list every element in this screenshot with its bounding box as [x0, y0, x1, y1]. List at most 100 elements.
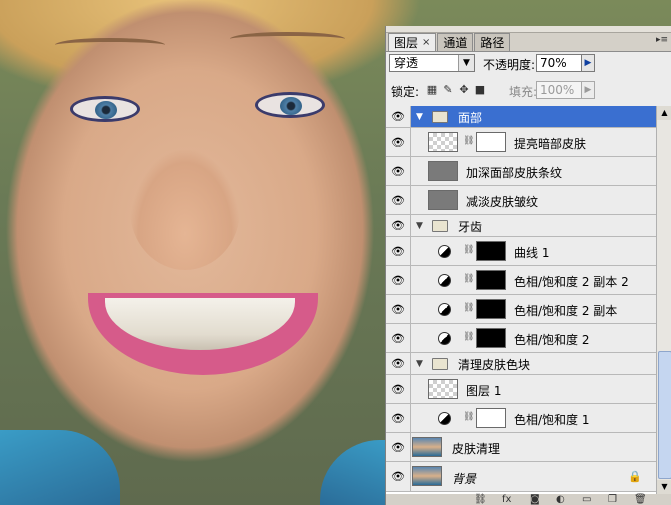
link-icon[interactable]: ⛓ [463, 412, 474, 422]
link-icon[interactable]: ⛓ [463, 245, 474, 255]
chevron-down-icon: ▼ [458, 55, 474, 71]
layers-panel: 图层 × 通道 路径 ▸≡ 穿透 ▼ 不透明度: 70% ▶ 锁定: ▦ ✎ ✥… [385, 26, 671, 505]
eye-icon[interactable]: 👁 [386, 128, 411, 156]
link-icon[interactable]: ⛓ [463, 274, 474, 284]
layer-row[interactable]: 👁 ⛓ 曲线 1 [386, 237, 656, 266]
layer-thumbnail [428, 190, 458, 210]
eye-icon[interactable]: 👁 [386, 462, 411, 491]
tab-paths[interactable]: 路径 [474, 33, 511, 51]
lock-icon: 🔒 [628, 470, 642, 483]
close-icon[interactable]: × [422, 37, 430, 48]
layer-row[interactable]: 👁 减淡皮肤皱纹 [386, 186, 656, 215]
eye-icon[interactable]: 👁 [386, 433, 411, 461]
tab-channels[interactable]: 通道 [437, 33, 474, 51]
eye-icon[interactable]: 👁 [386, 237, 411, 265]
layer-row[interactable]: 👁 图层 1 [386, 375, 656, 404]
layer-group-face[interactable]: 👁 ▼ 面部 [386, 106, 656, 128]
expand-triangle-icon[interactable]: ▼ [416, 112, 423, 122]
panel-tabs: 图层 × 通道 路径 [388, 33, 511, 51]
lock-transparent-icon[interactable]: ▦ [426, 84, 438, 96]
right-eye [255, 92, 325, 118]
lock-position-icon[interactable]: ✥ [458, 84, 470, 96]
trash-icon[interactable]: 🗑 [634, 494, 647, 505]
layer-thumbnail [428, 379, 458, 399]
fill-slider-arrow-icon[interactable]: ▶ [581, 81, 595, 99]
left-eye [70, 96, 140, 122]
scroll-thumb[interactable] [658, 351, 671, 479]
adjustment-layer-icon [438, 245, 451, 258]
layer-mask-thumbnail[interactable] [476, 270, 506, 290]
adjustment-layer-icon [438, 412, 451, 425]
layer-mask-thumbnail[interactable] [476, 328, 506, 348]
opacity-label: 不透明度: [483, 58, 536, 72]
layer-options: 穿透 ▼ 不透明度: 70% ▶ 锁定: ▦ ✎ ✥ ■ 填充: 100% ▶ [386, 51, 671, 110]
panel-menu-icon[interactable]: ▸≡ [656, 35, 668, 45]
layer-row-background[interactable]: 👁 背景 🔒 [386, 462, 656, 492]
eye-icon[interactable]: 👁 [386, 375, 411, 403]
new-layer-icon[interactable]: ❐ [608, 494, 617, 505]
layer-mask-thumbnail[interactable] [476, 132, 506, 152]
layer-row[interactable]: 👁 ⛓ 提亮暗部皮肤 [386, 128, 656, 157]
eye-icon[interactable]: 👁 [386, 324, 411, 352]
new-group-icon[interactable]: ▭ [582, 494, 591, 505]
panel-titlebar[interactable] [386, 26, 671, 33]
fx-icon[interactable]: fx [502, 494, 511, 505]
link-icon[interactable]: ⛓ [463, 332, 474, 342]
layer-mask-thumbnail[interactable] [476, 408, 506, 428]
eye-icon[interactable]: 👁 [386, 353, 411, 374]
opacity-slider-arrow-icon[interactable]: ▶ [581, 54, 595, 72]
expand-triangle-icon[interactable]: ▼ [416, 359, 423, 369]
expand-triangle-icon[interactable]: ▼ [416, 221, 423, 231]
fill-input[interactable]: 100% [536, 81, 582, 99]
blend-mode-select[interactable]: 穿透 ▼ [389, 54, 475, 72]
eye-icon[interactable]: 👁 [386, 186, 411, 214]
lock-image-icon[interactable]: ✎ [442, 84, 454, 96]
folder-icon [432, 220, 448, 232]
adjustment-layer-icon [438, 274, 451, 287]
eye-icon[interactable]: 👁 [386, 404, 411, 432]
scroll-down-icon[interactable]: ▼ [657, 480, 671, 494]
layer-row[interactable]: 👁 ⛓ 色相/饱和度 2 副本 [386, 295, 656, 324]
eye-icon[interactable]: 👁 [386, 215, 411, 236]
collar-right [320, 440, 390, 505]
left-eyebrow [55, 38, 165, 52]
layer-group-skin-cleanup[interactable]: 👁 ▼ 清理皮肤色块 [386, 353, 656, 375]
folder-icon [432, 111, 448, 123]
eye-icon[interactable]: 👁 [386, 106, 411, 127]
layer-thumbnail [428, 161, 458, 181]
lock-label: 锁定: [391, 85, 420, 99]
layer-thumbnail [428, 132, 458, 152]
eye-icon[interactable]: 👁 [386, 266, 411, 294]
eye-icon[interactable]: 👁 [386, 157, 411, 185]
link-icon[interactable]: ⛓ [463, 303, 474, 313]
layer-list-scrollbar[interactable]: ▲ ▼ [656, 106, 671, 494]
right-eyebrow [230, 32, 345, 46]
add-mask-icon[interactable]: ◙ [530, 494, 540, 505]
layer-mask-thumbnail[interactable] [476, 241, 506, 261]
folder-icon [432, 358, 448, 370]
collar-left [0, 430, 120, 505]
new-adjustment-icon[interactable]: ◐ [556, 494, 565, 505]
layer-thumbnail [412, 466, 442, 486]
layer-row[interactable]: 👁 ⛓ 色相/饱和度 2 副本 2 [386, 266, 656, 295]
opacity-input[interactable]: 70% [536, 54, 582, 72]
adjustment-layer-icon [438, 303, 451, 316]
layer-row[interactable]: 👁 ⛓ 色相/饱和度 2 [386, 324, 656, 353]
layer-row[interactable]: 👁 ⛓ 色相/饱和度 1 [386, 404, 656, 433]
nose [130, 150, 240, 270]
layer-thumbnail [412, 437, 442, 457]
tab-layers[interactable]: 图层 × [388, 33, 437, 51]
layer-group-teeth[interactable]: 👁 ▼ 牙齿 [386, 215, 656, 237]
layer-list: 👁 ▼ 面部 👁 ⛓ 提亮暗部皮肤 👁 加深面部皮肤条纹 👁 减淡皮肤皱纹 👁 [386, 106, 656, 494]
layer-row[interactable]: 👁 加深面部皮肤条纹 [386, 157, 656, 186]
link-icon[interactable]: ⛓ [463, 136, 474, 146]
link-icon[interactable]: ⛓ [474, 494, 487, 505]
scroll-up-icon[interactable]: ▲ [657, 106, 671, 120]
lock-all-icon[interactable]: ■ [474, 84, 486, 96]
fill-label: 填充: [509, 85, 538, 99]
adjustment-layer-icon [438, 332, 451, 345]
layer-mask-thumbnail[interactable] [476, 299, 506, 319]
eye-icon[interactable]: 👁 [386, 295, 411, 323]
layer-row[interactable]: 👁 皮肤清理 [386, 433, 656, 462]
panel-bottom-toolbar: ⛓ fx ◙ ◐ ▭ ❐ 🗑 [386, 494, 671, 505]
